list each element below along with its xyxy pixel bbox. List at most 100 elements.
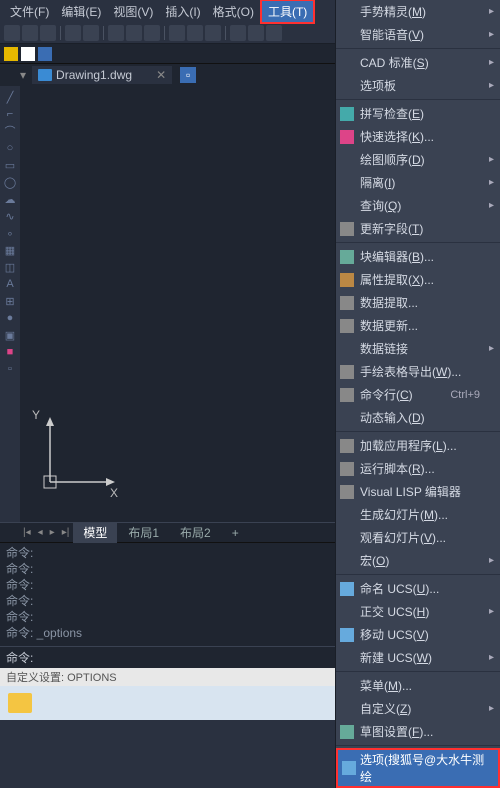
color-tool-icon[interactable]: ■ — [3, 345, 17, 359]
menu-item[interactable]: 智能语音(V) — [336, 23, 500, 46]
toolbar-button[interactable] — [126, 25, 142, 41]
toolbar-button[interactable] — [83, 25, 99, 41]
menu-item[interactable]: 加载应用程序(L)... — [336, 434, 500, 457]
toolbar-button[interactable] — [230, 25, 246, 41]
menu-file[interactable]: 文件(F) — [4, 1, 55, 22]
menu-item[interactable]: 手绘表格导出(W)... — [336, 360, 500, 383]
menu-item[interactable]: 草图设置(F)... — [336, 720, 500, 743]
menu-item[interactable]: 观看幻灯片(V)... — [336, 526, 500, 549]
menu-item-icon — [340, 485, 354, 499]
menu-item[interactable]: 命令行(C)Ctrl+9 — [336, 383, 500, 406]
toolbar-button[interactable] — [266, 25, 282, 41]
menu-item[interactable]: 动态输入(D) — [336, 406, 500, 429]
dot-tool-icon[interactable]: ● — [3, 311, 17, 325]
tab-nav-last[interactable]: ▸| — [59, 527, 73, 538]
close-tab-icon[interactable]: ✕ — [156, 68, 166, 82]
toolbar-button[interactable] — [144, 25, 160, 41]
menu-item[interactable]: 拼写检查(E) — [336, 102, 500, 125]
menu-item[interactable]: 数据提取... — [336, 291, 500, 314]
point-tool-icon[interactable]: ∘ — [3, 226, 17, 240]
menu-item[interactable]: 手势精灵(M) — [336, 0, 500, 23]
menu-item-label: 移动 UCS(V) — [360, 626, 429, 643]
menu-item[interactable]: 命名 UCS(U)... — [336, 577, 500, 600]
hatch-tool-icon[interactable]: ▦ — [3, 243, 17, 257]
menu-item[interactable]: 宏(O) — [336, 549, 500, 572]
ellipse-tool-icon[interactable]: ◯ — [3, 175, 17, 189]
circle-tool-icon[interactable]: ○ — [3, 141, 17, 155]
toolbar-button[interactable] — [248, 25, 264, 41]
menu-item[interactable]: 选项板 — [336, 74, 500, 97]
menu-item[interactable]: 运行脚本(R)... — [336, 457, 500, 480]
menu-item-icon — [340, 296, 354, 310]
layout2-tab[interactable]: 布局2 — [170, 522, 221, 543]
menu-item[interactable]: 移动 UCS(V) — [336, 623, 500, 646]
toolbar-button[interactable] — [169, 25, 185, 41]
color-swatch-blue[interactable] — [38, 47, 52, 61]
tool-icon[interactable]: ▫ — [3, 362, 17, 376]
menu-item[interactable]: 数据更新... — [336, 314, 500, 337]
spline-tool-icon[interactable]: ∿ — [3, 209, 17, 223]
new-tab-button[interactable]: ▫ — [180, 67, 196, 83]
menu-item[interactable]: 选项(搜狐号@大水牛测绘 — [336, 748, 500, 788]
toolbar-button[interactable] — [40, 25, 56, 41]
menu-item[interactable]: 查询(Q) — [336, 194, 500, 217]
file-explorer-icon[interactable] — [8, 693, 32, 713]
toolbar-button[interactable] — [65, 25, 81, 41]
toolbar-button[interactable] — [205, 25, 221, 41]
toolbar-button[interactable] — [4, 25, 20, 41]
menu-item-icon — [340, 273, 354, 287]
menu-edit[interactable]: 编辑(E) — [55, 1, 107, 22]
menu-item[interactable]: 更新字段(T) — [336, 217, 500, 240]
cloud-tool-icon[interactable]: ☁ — [3, 192, 17, 206]
menu-item-icon — [340, 462, 354, 476]
layout1-tab[interactable]: 布局1 — [118, 522, 169, 543]
tab-nav-prev[interactable]: ◂ — [35, 527, 46, 538]
menu-item-label: 手绘表格导出(W)... — [360, 363, 461, 380]
region-tool-icon[interactable]: ◫ — [3, 260, 17, 274]
tab-nav-next[interactable]: ▸ — [47, 527, 58, 538]
menu-item[interactable]: 绘图顺序(D) — [336, 148, 500, 171]
menu-item[interactable]: Visual LISP 编辑器 — [336, 480, 500, 503]
menu-item[interactable]: 正交 UCS(H) — [336, 600, 500, 623]
menu-item-label: CAD 标准(S) — [360, 54, 429, 71]
menu-separator — [336, 431, 500, 432]
menu-item[interactable]: 块编辑器(B)... — [336, 245, 500, 268]
tab-nav-first[interactable]: |◂ — [20, 527, 34, 538]
menu-item-icon — [340, 388, 354, 402]
menu-view[interactable]: 视图(V) — [107, 1, 159, 22]
toolbar-button[interactable] — [187, 25, 203, 41]
color-swatch-white[interactable] — [21, 47, 35, 61]
menu-item[interactable]: 隔离(I) — [336, 171, 500, 194]
arc-tool-icon[interactable]: ⌒ — [3, 124, 17, 138]
toolbar-button[interactable] — [22, 25, 38, 41]
polyline-tool-icon[interactable]: ⌐ — [3, 107, 17, 121]
menu-item[interactable]: 属性提取(X)... — [336, 268, 500, 291]
ucs-axis: Y X — [40, 412, 130, 492]
text-tool-icon[interactable]: A — [3, 277, 17, 291]
color-swatch-yellow[interactable] — [4, 47, 18, 61]
menu-item[interactable]: 菜单(M)... — [336, 674, 500, 697]
menu-item-label: 选项板 — [360, 77, 396, 94]
menu-item[interactable]: 数据链接 — [336, 337, 500, 360]
add-layout-tab[interactable]: + — [222, 524, 249, 542]
toolbar-separator — [225, 26, 226, 40]
menu-separator — [336, 671, 500, 672]
menu-item-icon — [342, 761, 356, 775]
block-tool-icon[interactable]: ▣ — [3, 328, 17, 342]
menu-item-label: 加载应用程序(L)... — [360, 437, 457, 454]
caret-down-icon[interactable]: ▾ — [20, 68, 26, 82]
menu-format[interactable]: 格式(O) — [207, 1, 260, 22]
file-tab[interactable]: Drawing1.dwg ✕ — [32, 66, 172, 84]
menu-item[interactable]: CAD 标准(S) — [336, 51, 500, 74]
model-tab[interactable]: 模型 — [73, 522, 117, 543]
line-tool-icon[interactable]: ╱ — [3, 90, 17, 104]
menu-item[interactable]: 生成幻灯片(M)... — [336, 503, 500, 526]
menu-insert[interactable]: 插入(I) — [159, 1, 206, 22]
rect-tool-icon[interactable]: ▭ — [3, 158, 17, 172]
menu-item[interactable]: 快速选择(K)... — [336, 125, 500, 148]
menu-item[interactable]: 新建 UCS(W) — [336, 646, 500, 669]
menu-tools[interactable]: 工具(T) — [260, 0, 315, 24]
menu-item[interactable]: 自定义(Z) — [336, 697, 500, 720]
table-tool-icon[interactable]: ⊞ — [3, 294, 17, 308]
toolbar-button[interactable] — [108, 25, 124, 41]
